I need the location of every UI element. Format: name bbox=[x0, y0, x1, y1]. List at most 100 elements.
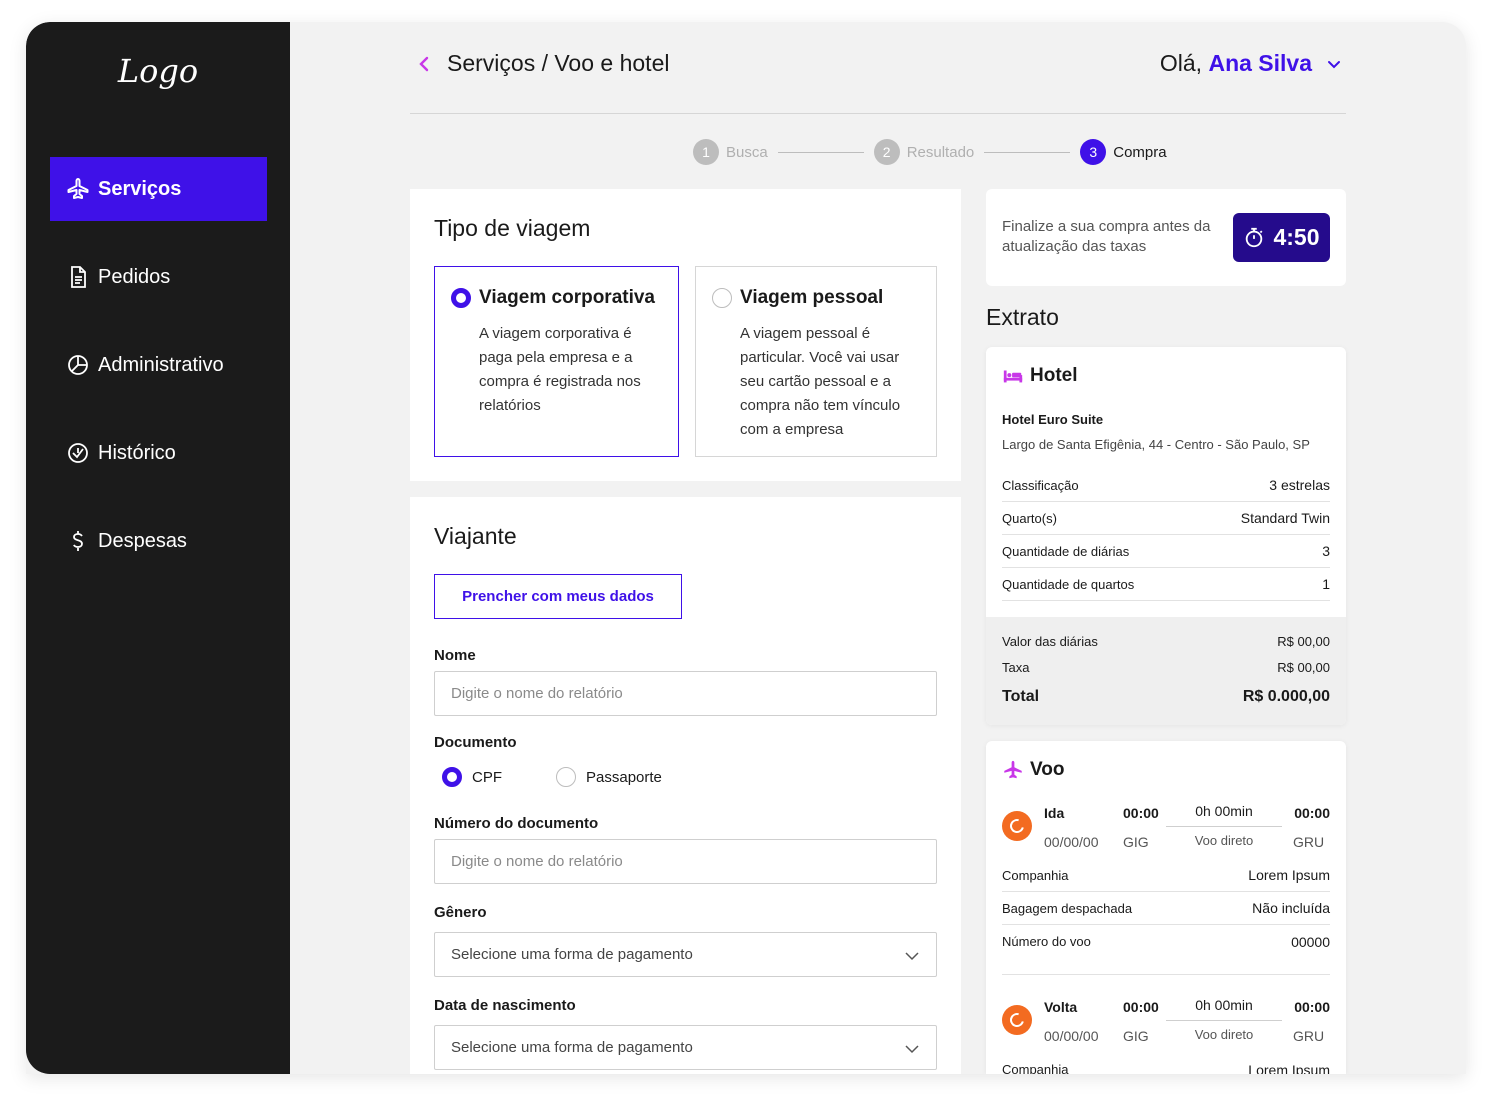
stopwatch-icon bbox=[1246, 227, 1263, 247]
sidebar-item-servicos[interactable]: Serviços bbox=[50, 157, 267, 221]
radio-button[interactable] bbox=[451, 288, 471, 308]
gender-select-value: Selecione uma forma de pagamento bbox=[451, 946, 693, 963]
flight-heading: Voo bbox=[1002, 759, 1064, 781]
step-label: Busca bbox=[726, 143, 768, 161]
user-greeting[interactable]: Olá, Ana Silva bbox=[1160, 50, 1312, 77]
birth-date-select[interactable]: Selecione uma forma de pagamento bbox=[434, 1025, 937, 1070]
countdown-value: 4:50 bbox=[1273, 224, 1320, 250]
detail-value: Não incluída bbox=[1252, 900, 1330, 916]
detail-key: Classificação bbox=[1002, 477, 1079, 493]
option-title: Viagem pessoal bbox=[740, 287, 884, 308]
leg-date: 00/00/00 bbox=[1044, 834, 1099, 850]
timer-card: Finalize a sua compra antes da atualizaç… bbox=[986, 189, 1346, 286]
detail-key: Quarto(s) bbox=[1002, 510, 1057, 526]
arrival-time: 00:00 bbox=[1294, 805, 1330, 821]
breadcrumb: Serviços / Voo e hotel bbox=[447, 50, 670, 76]
doc-number-input[interactable]: Digite o nome do relatório bbox=[434, 839, 937, 884]
tax-value: R$ 00,00 bbox=[1277, 660, 1330, 675]
hotel-heading: Hotel bbox=[1002, 365, 1078, 387]
sidebar-item-administrativo[interactable]: Administrativo bbox=[50, 333, 267, 397]
airplane-icon bbox=[67, 178, 89, 199]
detail-key: Número do voo bbox=[1002, 934, 1091, 949]
detail-value: 1 bbox=[1322, 576, 1330, 592]
step-compra[interactable]: 3 Compra bbox=[1080, 139, 1167, 165]
step-busca[interactable]: 1 Busca bbox=[693, 139, 768, 165]
history-icon bbox=[68, 443, 88, 463]
gender-label: Gênero bbox=[434, 904, 487, 921]
countdown-badge: 4:50 bbox=[1233, 213, 1330, 262]
user-name[interactable]: Ana Silva bbox=[1208, 50, 1312, 76]
total-label: Total bbox=[1002, 688, 1040, 705]
hotel-address: Largo de Santa Efigênia, 44 - Centro - S… bbox=[1002, 437, 1310, 452]
flight-type: Voo direto bbox=[1194, 1027, 1254, 1042]
name-input[interactable]: Digite o nome do relatório bbox=[434, 671, 937, 716]
sidebar-item-despesas[interactable]: Despesas bbox=[50, 509, 267, 573]
sidebar-item-label: Pedidos bbox=[98, 265, 171, 288]
trip-option-corporativa[interactable]: Viagem corporativa A viagem corporativa … bbox=[434, 266, 679, 457]
sidebar-item-label: Histórico bbox=[98, 441, 176, 464]
sidebar-item-historico[interactable]: Histórico bbox=[50, 421, 267, 485]
step-label: Compra bbox=[1113, 143, 1167, 161]
timer-text: Finalize a sua compra antes da atualizaç… bbox=[1002, 218, 1211, 255]
doc-option-cpf[interactable]: CPF bbox=[442, 767, 502, 787]
sidebar-item-label: Administrativo bbox=[98, 353, 224, 376]
logo: Logo bbox=[117, 52, 199, 90]
detail-key: Quantidade de quartos bbox=[1002, 576, 1135, 592]
step-number: 1 bbox=[693, 139, 719, 165]
trip-type-title: Tipo de viagem bbox=[434, 215, 591, 241]
dollar-icon bbox=[73, 531, 83, 551]
option-title: Viagem corporativa bbox=[479, 287, 656, 308]
radio-button[interactable] bbox=[712, 288, 732, 308]
flight-detail-row: Companhia Lorem Ipsum bbox=[1002, 859, 1330, 892]
chevron-down-icon[interactable] bbox=[1326, 56, 1342, 72]
progress-stepper: 1 Busca 2 Resultado 3 Compra bbox=[693, 139, 1167, 165]
detail-key: Companhia bbox=[1002, 1062, 1069, 1074]
radio-button[interactable] bbox=[556, 767, 576, 787]
hotel-summary-card: Hotel Hotel Euro Suite Largo de Santa Ef… bbox=[986, 347, 1346, 725]
step-connector bbox=[777, 151, 864, 153]
birth-date-select-value: Selecione uma forma de pagamento bbox=[451, 1039, 693, 1056]
chevron-down-icon bbox=[905, 1045, 919, 1054]
option-description: A viagem corporativa é paga pela empresa… bbox=[479, 325, 641, 414]
detail-key: Quantidade de diárias bbox=[1002, 543, 1130, 559]
daily-value-label: Valor das diárias bbox=[1002, 634, 1098, 649]
greeting-text: Olá, bbox=[1159, 50, 1203, 76]
detail-value: 3 estrelas bbox=[1269, 477, 1330, 493]
hotel-name: Hotel Euro Suite bbox=[1002, 412, 1104, 427]
flight-heading-label: Voo bbox=[1030, 759, 1065, 780]
chevron-down-icon bbox=[905, 952, 919, 961]
tax-label: Taxa bbox=[1002, 660, 1030, 675]
gender-select[interactable]: Selecione uma forma de pagamento bbox=[434, 932, 937, 977]
hotel-detail-row: Quantidade de quartos 1 bbox=[1002, 568, 1330, 601]
pie-chart-icon bbox=[68, 355, 88, 375]
tax-row: Taxa R$ 00,00 bbox=[1002, 660, 1330, 675]
detail-key: Bagagem despachada bbox=[1002, 900, 1133, 916]
fill-my-data-button[interactable]: Prencher com meus dados bbox=[434, 574, 682, 619]
back-arrow-icon[interactable] bbox=[416, 52, 432, 76]
traveler-card: Viajante Prencher com meus dados Nome Di… bbox=[410, 497, 961, 1074]
document-icon bbox=[71, 266, 86, 288]
flight-detail-row: Bagagem despachada Não incluída bbox=[1002, 892, 1330, 925]
leg-divider bbox=[1002, 974, 1330, 975]
hotel-heading-label: Hotel bbox=[1030, 365, 1078, 386]
total-row: Total R$ 0.000,00 bbox=[1002, 688, 1330, 706]
hotel-detail-row: Quarto(s) Standard Twin bbox=[1002, 502, 1330, 535]
sidebar-item-label: Despesas bbox=[98, 529, 187, 552]
doc-option-passaporte[interactable]: Passaporte bbox=[556, 767, 662, 787]
sidebar-item-pedidos[interactable]: Pedidos bbox=[50, 245, 267, 309]
option-description: A viagem pessoal é particular. Você vai … bbox=[740, 325, 901, 438]
arrival-time: 00:00 bbox=[1294, 999, 1330, 1015]
doc-number-label: Número do documento bbox=[434, 815, 599, 832]
bed-icon bbox=[1003, 370, 1023, 383]
step-resultado[interactable]: 2 Resultado bbox=[873, 139, 974, 165]
trip-option-pessoal[interactable]: Viagem pessoal A viagem pessoal é partic… bbox=[695, 266, 937, 457]
flight-detail-row: Número do voo 00000 bbox=[1002, 925, 1330, 958]
radio-button[interactable] bbox=[442, 767, 462, 787]
extrato-title: Extrato bbox=[986, 304, 1059, 330]
departure-time: 00:00 bbox=[1123, 805, 1159, 821]
hotel-detail-row: Quantidade de diárias 3 bbox=[1002, 535, 1330, 568]
step-number: 2 bbox=[873, 139, 900, 165]
doc-option-label: CPF bbox=[472, 768, 502, 786]
name-label: Nome bbox=[434, 647, 476, 664]
airplane-icon bbox=[1004, 760, 1022, 779]
